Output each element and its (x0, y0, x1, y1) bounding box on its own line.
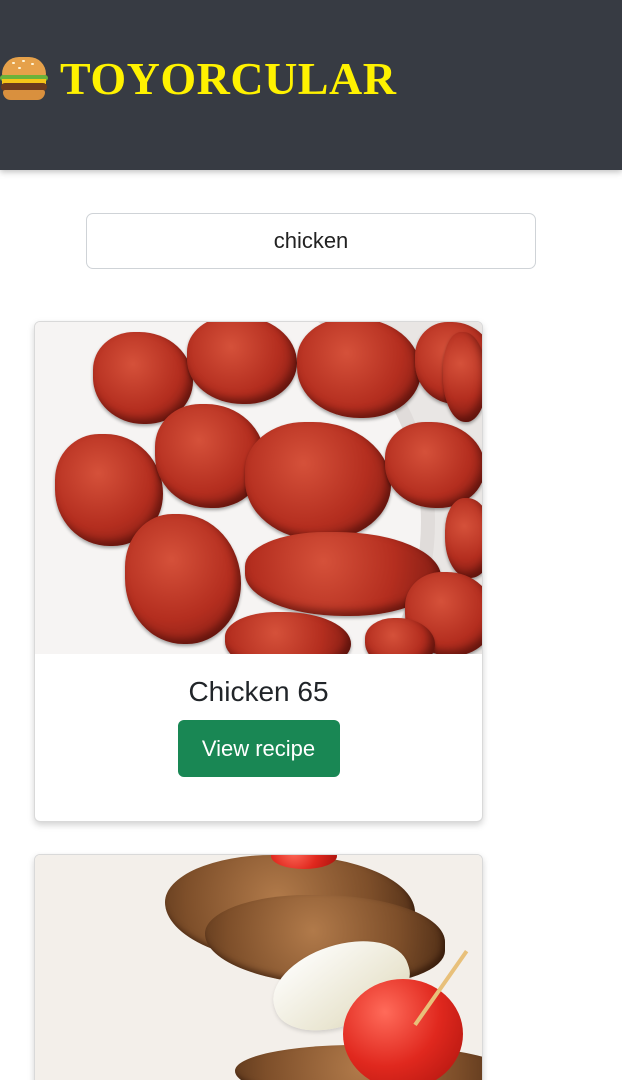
view-recipe-button[interactable]: View recipe (177, 720, 340, 777)
hamburger-icon (0, 53, 48, 103)
recipe-title: Chicken 65 (188, 676, 329, 707)
navbar: TOYORCULAR (0, 0, 622, 170)
recipe-card: Chicken 65 View recipe (34, 321, 483, 822)
recipe-image (35, 322, 482, 654)
search-container (86, 213, 536, 269)
recipe-image (35, 855, 482, 1080)
card-body: Chicken 65 View recipe (35, 654, 482, 777)
recipe-card (34, 854, 483, 1080)
brand-name: TOYORCULAR (60, 52, 397, 104)
brand-link[interactable]: TOYORCULAR (0, 48, 396, 108)
search-input[interactable] (86, 213, 536, 269)
